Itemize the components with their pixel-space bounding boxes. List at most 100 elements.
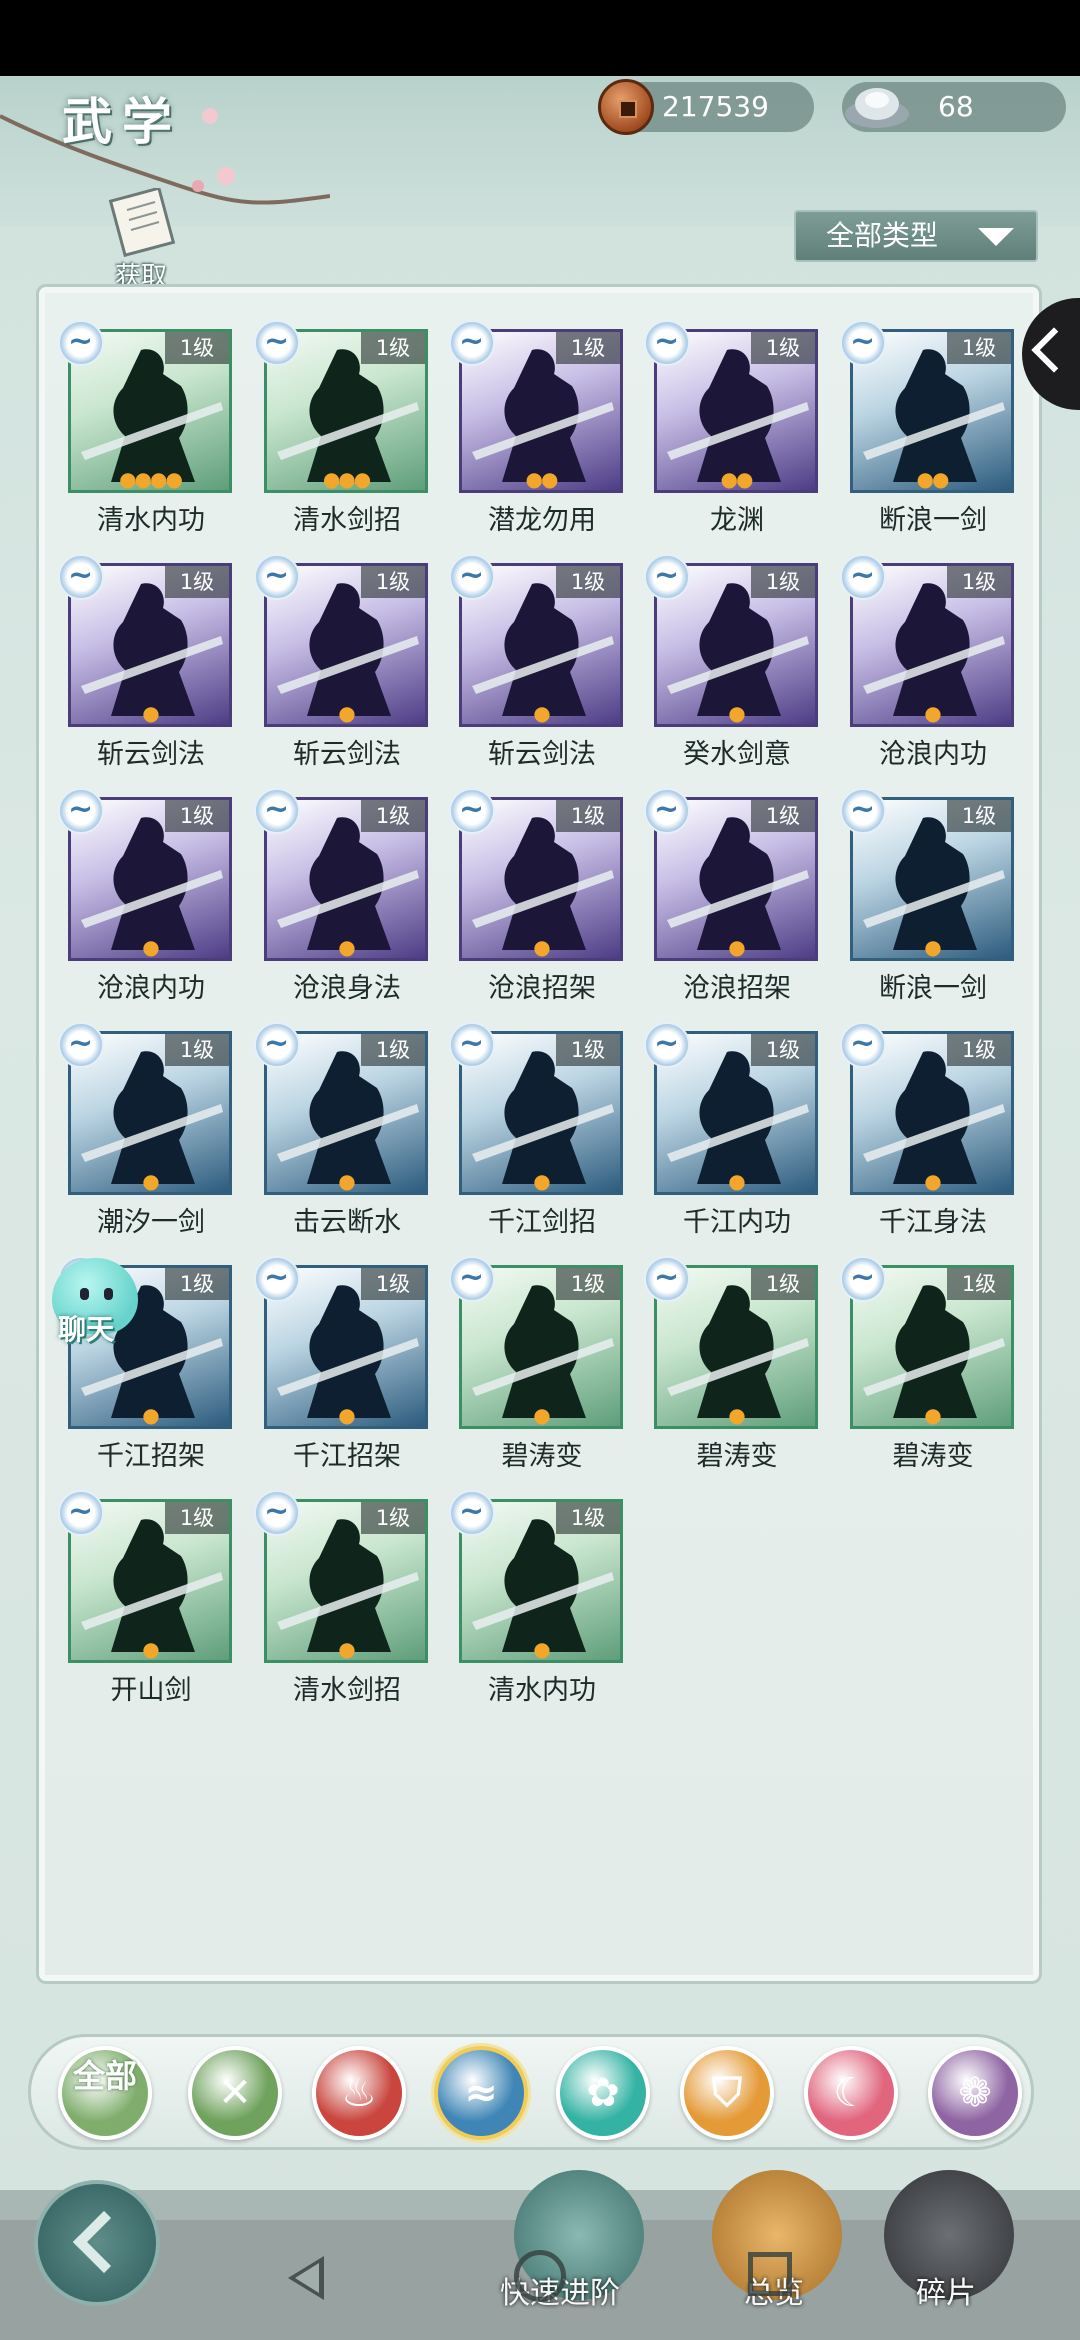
skill-level: 1级 <box>165 1502 229 1534</box>
skill-card[interactable]: 1级 ● 碧涛变 <box>449 1256 625 1492</box>
butterfly-icon: ✿ <box>586 2070 620 2116</box>
skill-level: 1级 <box>751 800 815 832</box>
skill-card[interactable]: 1级 ● 沧浪招架 <box>449 788 625 1024</box>
skill-level: 1级 <box>165 1268 229 1300</box>
flame-rank-icon: ● <box>728 701 745 725</box>
skill-name: 沧浪内功 <box>879 739 987 770</box>
chevron-left-icon <box>1031 327 1077 373</box>
back-button[interactable] <box>34 2180 160 2306</box>
skill-level: 1级 <box>556 1268 620 1300</box>
water-sect-emblem-icon <box>254 320 300 366</box>
skill-card[interactable]: 1级 ● 千江身法 <box>840 1022 1016 1258</box>
skill-name: 潮汐一剑 <box>97 1207 205 1238</box>
shield-category-button[interactable]: ⛉ <box>680 2046 774 2140</box>
skill-card[interactable]: 1级 ●●● 清水剑招 <box>254 320 430 556</box>
acquire-button[interactable]: 获取 <box>96 186 186 292</box>
skill-card[interactable]: 1级 ● 千江内功 <box>644 1022 820 1258</box>
system-back-icon[interactable] <box>288 2256 324 2300</box>
skill-card[interactable]: 1级 ● 沧浪招架 <box>644 788 820 1024</box>
water-sect-emblem-icon <box>449 320 495 366</box>
water-sect-emblem-icon <box>58 1022 104 1068</box>
skill-card[interactable]: 1级 ● 斩云剑法 <box>58 554 234 790</box>
skill-level: 1级 <box>947 1268 1011 1300</box>
skill-card[interactable]: 1级 ● 斩云剑法 <box>449 554 625 790</box>
skill-card[interactable]: 1级 ● 击云断水 <box>254 1022 430 1258</box>
blade-category-button[interactable]: ✕ <box>188 2046 282 2140</box>
skill-card[interactable]: 1级 ● 千江剑招 <box>449 1022 625 1258</box>
flame-rank-icon: ● <box>533 1169 550 1193</box>
skill-card[interactable]: 1级 ●● 断浪一剑 <box>840 320 1016 556</box>
skill-card[interactable]: 1级 ● 斩云剑法 <box>254 554 430 790</box>
skill-card[interactable]: 1级 ● 潮汐一剑 <box>58 1022 234 1258</box>
system-recents-icon[interactable] <box>748 2252 792 2296</box>
system-home-icon[interactable] <box>514 2250 566 2302</box>
flame-rank-icon: ● <box>533 1403 550 1427</box>
skill-level: 1级 <box>361 566 425 598</box>
water-sect-emblem-icon <box>840 1256 886 1302</box>
skill-name: 龙渊 <box>710 505 764 536</box>
skill-card[interactable]: 1级 ● 沧浪内功 <box>58 788 234 1024</box>
water-sect-emblem-icon <box>254 1022 300 1068</box>
moon-category-button[interactable]: ☾ <box>804 2046 898 2140</box>
skill-name: 碧涛变 <box>892 1441 974 1472</box>
water-sect-emblem-icon <box>449 1022 495 1068</box>
skill-card[interactable]: 1级 ● 断浪一剑 <box>840 788 1016 1024</box>
rose-category-button[interactable]: ❁ <box>928 2046 1022 2140</box>
water-sect-emblem-icon <box>449 788 495 834</box>
butterfly-category-button[interactable]: ✿ <box>556 2046 650 2140</box>
all-category-button[interactable]: 全部 <box>58 2046 152 2140</box>
type-filter-dropdown[interactable]: 全部类型 <box>794 210 1038 262</box>
chat-button[interactable]: 聊天 <box>40 1258 140 1358</box>
skill-name: 断浪一剑 <box>879 973 987 1004</box>
skill-card[interactable]: 1级 ●● 龙渊 <box>644 320 820 556</box>
water-sect-emblem-icon <box>254 1490 300 1536</box>
flame-rank-icon: ●● <box>720 467 754 491</box>
skill-level: 1级 <box>165 566 229 598</box>
wave-category-button[interactable]: ≈ <box>434 2046 528 2140</box>
skill-card[interactable]: 1级 ● 碧涛变 <box>644 1256 820 1492</box>
water-sect-emblem-icon <box>644 320 690 366</box>
skill-card[interactable]: 1级 ● 沧浪身法 <box>254 788 430 1024</box>
skill-name: 碧涛变 <box>696 1441 778 1472</box>
moon-icon: ☾ <box>833 2070 869 2116</box>
copper-coin-icon <box>598 79 654 135</box>
flame-rank-icon: ●●● <box>322 467 371 491</box>
flame-rank-icon: ● <box>338 1637 355 1661</box>
skill-name: 清水剑招 <box>293 1675 401 1706</box>
page-title: 武学 <box>62 92 182 151</box>
skill-card[interactable]: 1级 ● 清水内功 <box>449 1490 625 1726</box>
skill-level: 1级 <box>751 332 815 364</box>
skill-level: 1级 <box>751 1268 815 1300</box>
skill-name: 沧浪身法 <box>293 973 401 1004</box>
skill-level: 1级 <box>947 800 1011 832</box>
skill-card[interactable]: 1级 ● 清水剑招 <box>254 1490 430 1726</box>
skill-card[interactable]: 1级 ●●●● 清水内功 <box>58 320 234 556</box>
skill-card[interactable]: 1级 ●● 潜龙勿用 <box>449 320 625 556</box>
rose-icon: ❁ <box>958 2070 992 2116</box>
skill-card[interactable]: 1级 ● 沧浪内功 <box>840 554 1016 790</box>
skill-card[interactable]: 1级 ● 碧涛变 <box>840 1256 1016 1492</box>
water-sect-emblem-icon <box>644 554 690 600</box>
skill-card[interactable]: 1级 ● 癸水剑意 <box>644 554 820 790</box>
skill-level: 1级 <box>361 1502 425 1534</box>
skill-name: 千江招架 <box>97 1441 205 1472</box>
skill-card[interactable]: 1级 ● 开山剑 <box>58 1490 234 1726</box>
blade-icon: ✕ <box>218 2070 252 2116</box>
flame-rank-icon: ● <box>142 1637 159 1661</box>
flame-icon: ♨ <box>341 2070 377 2116</box>
flame-rank-icon: ● <box>728 935 745 959</box>
status-bar <box>0 0 1080 76</box>
flame-rank-icon: ● <box>924 1169 941 1193</box>
skill-level: 1级 <box>361 1268 425 1300</box>
skill-name: 清水内功 <box>488 1675 596 1706</box>
flame-category-button[interactable]: ♨ <box>312 2046 406 2140</box>
water-sect-emblem-icon <box>254 788 300 834</box>
water-sect-emblem-icon <box>58 1490 104 1536</box>
skill-name: 沧浪招架 <box>488 973 596 1004</box>
skill-name: 沧浪招架 <box>683 973 791 1004</box>
chevron-left-icon <box>72 2210 136 2274</box>
water-sect-emblem-icon <box>58 788 104 834</box>
skill-level: 1级 <box>947 332 1011 364</box>
skill-level: 1级 <box>361 332 425 364</box>
skill-card[interactable]: 1级 ● 千江招架 <box>254 1256 430 1492</box>
